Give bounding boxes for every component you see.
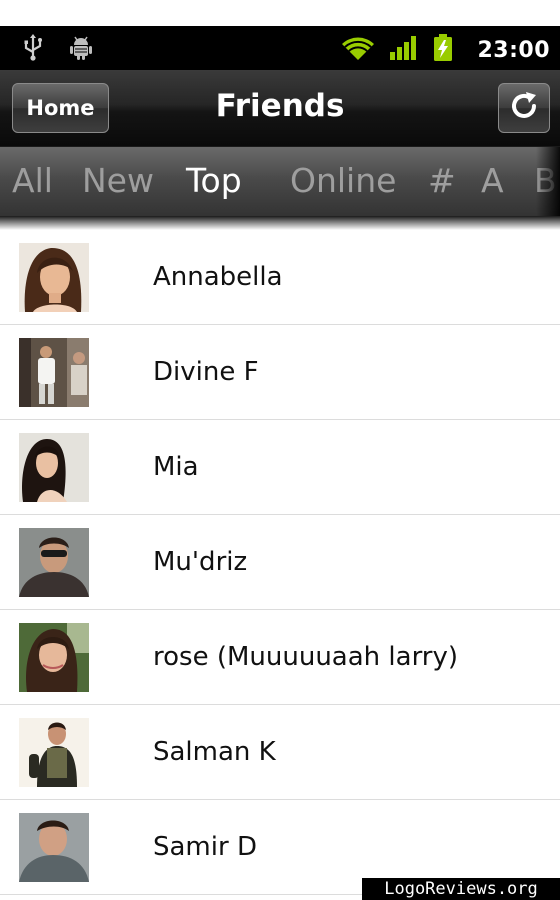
friend-name: rose (Muuuuuaah larry) (153, 642, 459, 672)
list-item[interactable]: rose (Muuuuuaah larry) (0, 610, 560, 705)
status-time: 23:00 (477, 37, 550, 63)
usb-icon (22, 34, 44, 66)
signal-icon (389, 35, 419, 65)
top-margin (0, 0, 560, 26)
tab-top[interactable]: Top (186, 161, 242, 200)
friend-name: Salman K (153, 737, 276, 767)
friend-list[interactable]: Annabella Divine F Mia Mu'driz rose (Muu… (0, 230, 560, 895)
avatar (19, 338, 89, 407)
tab-online[interactable]: Online (290, 161, 396, 200)
friend-name: Mia (153, 452, 199, 482)
avatar (19, 243, 89, 312)
friend-name: Divine F (153, 357, 259, 387)
tab-strip-shadow (0, 216, 560, 230)
refresh-icon (509, 91, 539, 125)
refresh-button[interactable] (498, 83, 550, 133)
avatar (19, 433, 89, 502)
list-item[interactable]: Mu'driz (0, 515, 560, 610)
android-debug-icon (68, 35, 94, 65)
avatar (19, 718, 89, 787)
friend-name: Mu'driz (153, 547, 248, 577)
wifi-icon (341, 35, 375, 65)
title-bar: Home Friends (0, 70, 560, 146)
friend-name: Annabella (153, 262, 283, 292)
status-right-icons: 23:00 (341, 34, 550, 66)
list-item[interactable]: Mia (0, 420, 560, 515)
status-bar: 23:00 (0, 26, 560, 70)
avatar (19, 528, 89, 597)
friend-name: Samir D (153, 832, 257, 862)
tab-all[interactable]: All (12, 161, 53, 200)
tab-hash[interactable]: # (428, 161, 456, 200)
tab-strip-fade (536, 147, 560, 216)
friends-screen: 23:00 Home Friends All New Top Online # … (0, 0, 560, 900)
list-item[interactable]: Divine F (0, 325, 560, 420)
list-item[interactable]: Annabella (0, 230, 560, 325)
list-item[interactable]: Salman K (0, 705, 560, 800)
battery-charging-icon (433, 34, 453, 66)
watermark: LogoReviews.org (362, 878, 560, 900)
tab-new[interactable]: New (82, 161, 154, 200)
tab-a[interactable]: A (481, 161, 504, 200)
tab-strip[interactable]: All New Top Online # A B (0, 146, 560, 216)
avatar (19, 813, 89, 882)
page-title: Friends (215, 88, 345, 124)
avatar (19, 623, 89, 692)
status-left-icons (22, 34, 94, 66)
